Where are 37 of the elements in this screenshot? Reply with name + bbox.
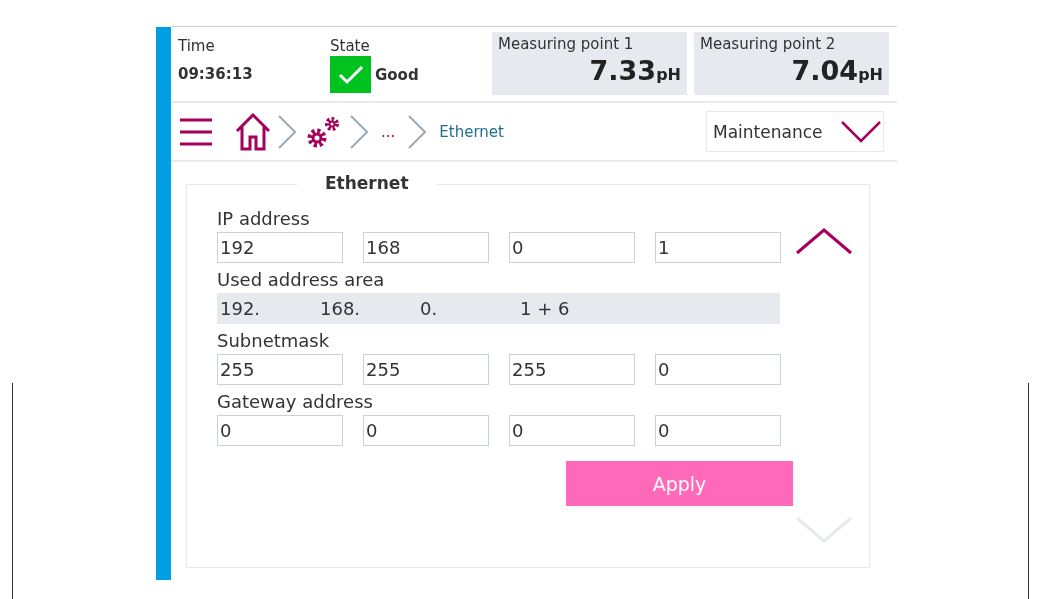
state-label: State [330,37,371,55]
octet-input[interactable]: 0 [655,354,781,385]
octet-input[interactable]: 255 [217,354,343,385]
measured-value: 7.33 [589,55,657,86]
chevron-right-icon [277,114,297,149]
unit-label: pH [656,65,681,84]
measuring-point-title: Measuring point 1 [498,35,635,53]
field-label: Subnetmask [217,330,331,351]
octet-input[interactable]: 0 [363,415,489,446]
octet-input[interactable]: 168 [363,232,489,263]
octet-input[interactable]: 0 [509,415,635,446]
octet-input[interactable]: 0 [509,232,635,263]
octet-input[interactable]: 255 [509,354,635,385]
octet-input[interactable]: 255 [363,354,489,385]
unit-label: pH [858,65,883,84]
time-value: 09:36:13 [178,65,254,83]
menu-icon[interactable] [179,117,213,146]
breadcrumb-current: Ethernet [438,122,505,141]
octet-input[interactable]: 192 [217,232,343,263]
breadcrumb-link[interactable]: ... [375,122,402,141]
field-label: Gateway address [217,391,374,412]
caret-icon [841,120,881,143]
field-label: Used address area [217,269,386,290]
octet-input[interactable]: 0 [655,415,781,446]
measured-value: 7.04 [791,55,859,86]
state-value: Good [375,65,419,84]
address-area-display: 192. 168. 0. 1 + 6 [217,293,780,324]
mode-dropdown[interactable]: Maintenance [706,111,884,152]
measuring-point-title: Measuring point 2 [700,35,837,53]
chevron-right-icon [349,114,369,149]
scroll-up-button[interactable] [796,228,852,255]
time-label: Time [178,37,216,55]
octet-input[interactable]: 1 [655,232,781,263]
chevron-right-icon [407,114,428,149]
field-label: IP address [217,208,311,229]
octet-input[interactable]: 0 [217,415,343,446]
home-icon[interactable] [235,112,271,151]
